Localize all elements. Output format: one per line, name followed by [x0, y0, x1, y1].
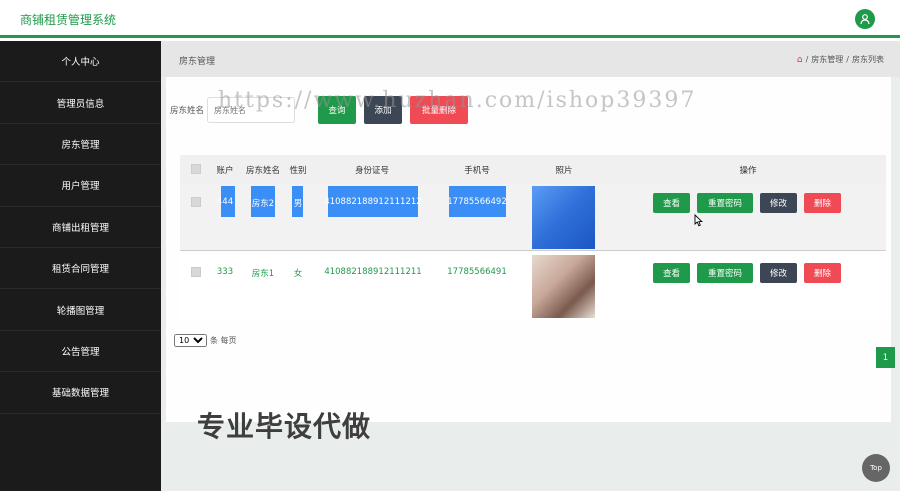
- reset-password-button[interactable]: 重置密码: [697, 263, 753, 283]
- row-checkbox[interactable]: [191, 197, 201, 207]
- cell-id-number: 410882188912111211: [324, 267, 422, 277]
- column-header-name: 房东姓名: [245, 166, 281, 176]
- row-checkbox[interactable]: [191, 267, 201, 277]
- landlord-name-search-input[interactable]: [207, 97, 296, 123]
- breadcrumb-item-landlord-list: 房东列表: [852, 55, 884, 64]
- landlord-photo: [532, 186, 595, 249]
- back-to-top-button[interactable]: Top: [862, 454, 890, 482]
- table-row[interactable]: 444 房东2 男 410882188912111212 17785566492…: [180, 183, 886, 251]
- cell-id-number: 410882188912111212: [324, 197, 422, 207]
- delete-button[interactable]: 删除: [804, 193, 841, 213]
- column-header-phone: 手机号: [464, 166, 490, 176]
- top-bar: 商铺租赁管理系统: [0, 0, 900, 38]
- sidebar-item-announcement[interactable]: 公告管理: [0, 331, 161, 373]
- sidebar-item-carousel[interactable]: 轮播图管理: [0, 289, 161, 331]
- sidebar-item-user-management[interactable]: 用户管理: [0, 165, 161, 207]
- sidebar-item-label: 个人中心: [61, 57, 100, 69]
- page-size-suffix: 条 每页: [210, 336, 237, 345]
- sidebar-item-label: 租赁合同管理: [51, 264, 109, 276]
- sidebar-item-label: 商铺出租管理: [51, 222, 109, 234]
- sidebar-item-shop-rental[interactable]: 商铺出租管理: [0, 207, 161, 248]
- landlord-photo: [532, 255, 595, 318]
- cell-account: 333: [216, 267, 234, 277]
- edit-button[interactable]: 修改: [760, 263, 797, 283]
- table-header: 账户 房东姓名 性别 身份证号 手机号 照片 操作: [180, 155, 886, 183]
- cell-gender: 女: [293, 269, 303, 279]
- breadcrumb-separator: /: [846, 55, 849, 64]
- user-avatar-icon[interactable]: [855, 9, 875, 29]
- home-icon[interactable]: ⌂: [797, 55, 803, 65]
- page-size-control: 10 条 每页: [174, 334, 237, 347]
- search-button[interactable]: 查询: [318, 96, 356, 124]
- page-number-button[interactable]: 1: [876, 347, 895, 368]
- breadcrumb-separator: /: [805, 55, 809, 64]
- page-title: 房东管理: [179, 57, 216, 67]
- cell-name: 房东1: [251, 269, 275, 279]
- delete-button[interactable]: 删除: [804, 263, 841, 283]
- content-panel: 房东姓名 查询 添加 批量删除 https://www.huzhan.com/i…: [166, 77, 895, 422]
- promo-text: 专业毕设代做: [197, 410, 372, 443]
- select-all-checkbox[interactable]: [191, 164, 201, 174]
- table-row[interactable]: 333 房东1 女 410882188912111211 17785566491…: [180, 252, 886, 321]
- cell-phone: 17785566491: [447, 267, 507, 277]
- cell-phone: 17785566492: [447, 197, 507, 207]
- breadcrumb-bar: 房东管理 ⌂ / 房东管理 / 房东列表: [161, 41, 900, 77]
- sidebar-item-landlord-management[interactable]: 房东管理: [0, 124, 161, 166]
- search-label: 房东姓名: [170, 106, 205, 116]
- column-header-id-number: 身份证号: [354, 166, 390, 176]
- column-header-actions: 操作: [739, 166, 757, 176]
- sidebar-item-base-data[interactable]: 基础数据管理: [0, 372, 161, 414]
- reset-password-button[interactable]: 重置密码: [697, 193, 753, 213]
- landlord-table: 账户 房东姓名 性别 身份证号 手机号 照片 操作 444 房东2 男 4108…: [180, 155, 886, 321]
- view-button[interactable]: 查看: [653, 263, 690, 283]
- add-button[interactable]: 添加: [364, 96, 402, 124]
- cell-account: 444: [216, 197, 234, 207]
- column-header-photo: 照片: [555, 166, 573, 176]
- breadcrumb: ⌂ / 房东管理 / 房东列表: [797, 54, 884, 65]
- sidebar-item-label: 房东管理: [61, 139, 100, 151]
- sidebar-item-personal-center[interactable]: 个人中心: [0, 41, 161, 83]
- edit-button[interactable]: 修改: [760, 193, 797, 213]
- sidebar: 个人中心 管理员信息 房东管理 用户管理 商铺出租管理 租赁合同管理 轮播图管理…: [0, 41, 161, 491]
- sidebar-item-lease-contract[interactable]: 租赁合同管理: [0, 248, 161, 290]
- batch-delete-button[interactable]: 批量删除: [410, 96, 468, 124]
- cell-name: 房东2: [251, 199, 275, 209]
- sidebar-item-label: 基础数据管理: [51, 388, 109, 400]
- breadcrumb-item-landlord-management[interactable]: 房东管理: [811, 54, 843, 65]
- sidebar-item-label: 管理员信息: [56, 98, 105, 110]
- app-title: 商铺租赁管理系统: [20, 13, 117, 27]
- page-size-select[interactable]: 10: [174, 334, 207, 347]
- cell-gender: 男: [293, 199, 303, 209]
- column-header-gender: 性别: [289, 166, 307, 176]
- sidebar-item-label: 轮播图管理: [56, 305, 105, 317]
- sidebar-item-label: 用户管理: [61, 181, 100, 193]
- view-button[interactable]: 查看: [653, 193, 690, 213]
- column-header-account: 账户: [216, 166, 234, 176]
- search-row: 房东姓名: [170, 97, 296, 123]
- mouse-cursor-icon: [694, 214, 703, 227]
- sidebar-item-label: 公告管理: [61, 346, 100, 358]
- sidebar-item-admin-info[interactable]: 管理员信息: [0, 82, 161, 124]
